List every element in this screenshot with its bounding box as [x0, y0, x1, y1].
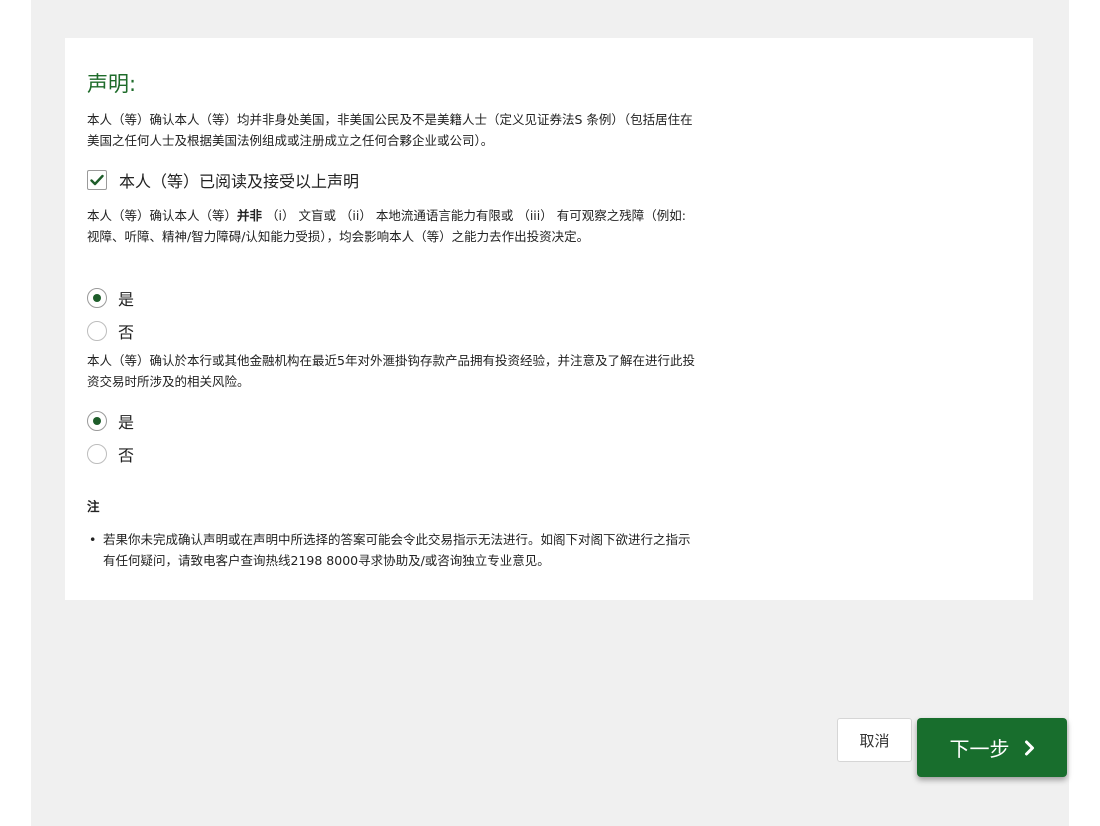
declaration-title: 声明:	[87, 72, 137, 96]
question-1-option-yes[interactable]: 是	[87, 286, 134, 310]
question-2-option-no-label: 否	[118, 446, 135, 465]
radio-dot	[93, 417, 101, 425]
question-1-option-no[interactable]: 否	[87, 319, 134, 343]
accept-declaration-checkbox[interactable]	[87, 170, 107, 190]
question-1-option-no-label: 否	[118, 323, 135, 342]
radio-button-selected[interactable]	[87, 411, 107, 431]
note-title: 注	[87, 499, 100, 514]
declaration-card: 声明: 本人（等）确认本人（等）均并非身处美国，非美国公民及不是美籍人士（定义见…	[65, 38, 1033, 600]
radio-dot	[93, 294, 101, 302]
next-step-button[interactable]: 下一步	[917, 718, 1067, 777]
accept-declaration-checkbox-row[interactable]: 本人（等）已阅读及接受以上声明	[87, 168, 359, 192]
radio-button-selected[interactable]	[87, 288, 107, 308]
radio-button[interactable]	[87, 444, 107, 464]
question-1-option-yes-label: 是	[118, 290, 135, 309]
accept-declaration-label: 本人（等）已阅读及接受以上声明	[119, 172, 360, 191]
checkmark-icon	[90, 174, 104, 186]
us-person-statement: 本人（等）确认本人（等）均并非身处美国，非美国公民及不是美籍人士（定义见证券法S…	[87, 112, 693, 148]
question-2-option-yes[interactable]: 是	[87, 409, 134, 433]
chevron-right-icon	[1024, 740, 1034, 755]
question-2-text: 本人（等）确认於本行或其他金融机构在最近5年对外滙掛钩存款产品拥有投资经验，并注…	[87, 353, 695, 389]
radio-button[interactable]	[87, 321, 107, 341]
question-1-text: 本人（等）确认本人（等）并非 （i） 文盲或 （ii） 本地流通语言能力有限或 …	[87, 205, 697, 247]
next-step-label: 下一步	[949, 737, 1010, 761]
cancel-button[interactable]: 取消	[837, 718, 912, 762]
question-2-option-yes-label: 是	[118, 413, 135, 432]
note-list: 若果你未完成确认声明或在声明中所选择的答案可能会令此交易指示无法进行。如阁下对阁…	[87, 529, 697, 571]
question-2-option-no[interactable]: 否	[87, 442, 134, 466]
note-item: 若果你未完成确认声明或在声明中所选择的答案可能会令此交易指示无法进行。如阁下对阁…	[87, 529, 697, 571]
question-1-text-bold: 并非	[237, 208, 263, 223]
question-1-text-before: 本人（等）确认本人（等）	[87, 208, 238, 223]
